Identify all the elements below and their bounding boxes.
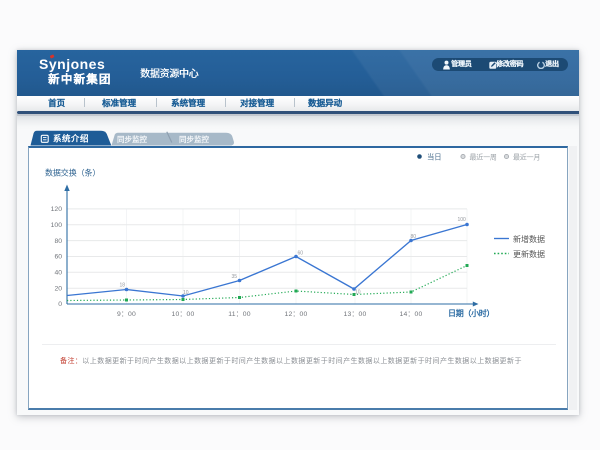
svg-text:120: 120 [51,206,63,213]
svg-text:40: 40 [54,270,62,277]
svg-text:60: 60 [54,254,62,261]
svg-text:9：00: 9：00 [117,311,136,318]
svg-text:同步监控: 同步监控 [117,134,147,144]
svg-text:18: 18 [120,283,126,289]
svg-text:13：00: 13：00 [344,311,367,318]
svg-text:100: 100 [458,217,467,223]
svg-text:14：00: 14：00 [400,311,423,318]
svg-text:10: 10 [183,290,189,296]
svg-text:最近一月: 最近一月 [513,152,540,161]
svg-text:新增数据: 新增数据 [513,234,545,244]
svg-text:当日: 当日 [427,152,442,161]
svg-text:同步监控: 同步监控 [179,134,209,144]
svg-text:35: 35 [232,274,238,280]
svg-text:最近一周: 最近一周 [470,152,497,161]
svg-text:0: 0 [58,301,62,308]
svg-text:10: 10 [355,290,361,296]
svg-text:80: 80 [54,238,62,245]
svg-text:100: 100 [51,222,63,229]
svg-text:12：00: 12：00 [285,311,308,318]
svg-text:60: 60 [298,251,304,257]
svg-text:10：00: 10：00 [172,311,195,318]
svg-text:更新数据: 更新数据 [513,249,545,259]
svg-text:80: 80 [411,234,417,240]
svg-text:备注：以上数据更新于时间产生数据以上数据更新于时间产生数据以: 备注：以上数据更新于时间产生数据以上数据更新于时间产生数据以上数据更新于时间产生… [60,356,522,365]
svg-text:数据交换（条）: 数据交换（条） [45,168,100,178]
svg-text:日期（小时）: 日期（小时） [448,308,494,318]
svg-text:11：00: 11：00 [228,311,250,318]
svg-text:20: 20 [54,285,62,292]
svg-text:系统介绍: 系统介绍 [53,134,89,144]
